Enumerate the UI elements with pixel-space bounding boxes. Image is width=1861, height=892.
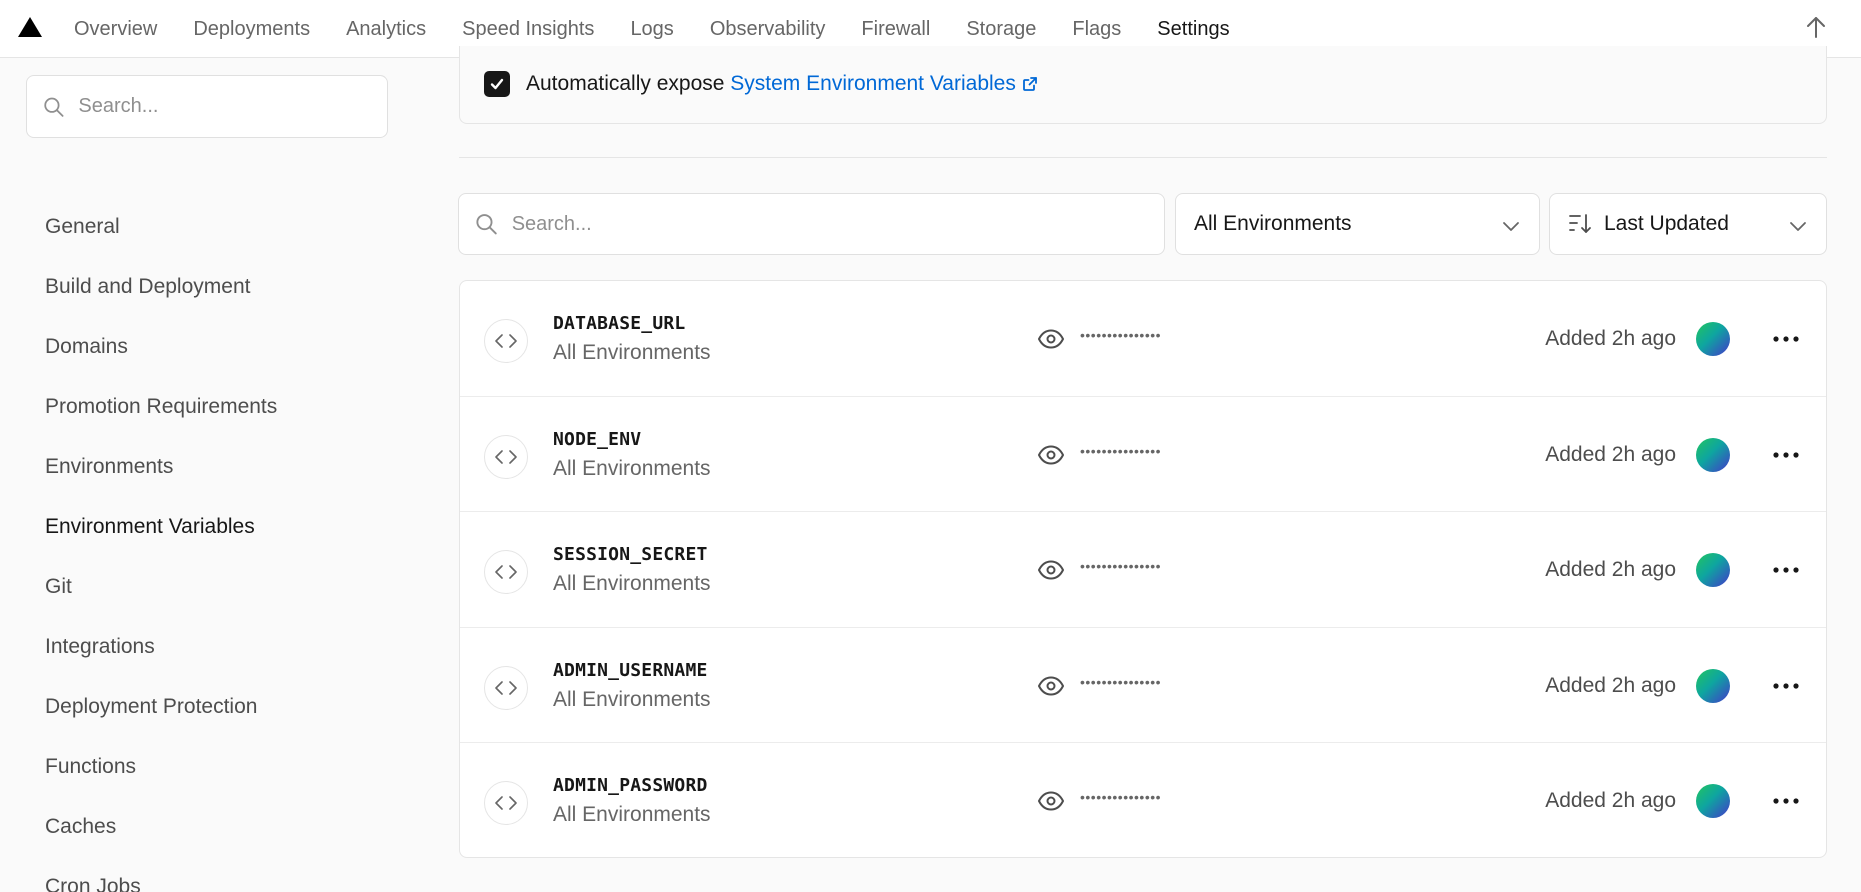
env-variable-row[interactable]: SESSION_SECRET All Environments ••••••••… bbox=[460, 512, 1826, 628]
eye-icon[interactable] bbox=[1037, 328, 1065, 350]
sidebar-search-input[interactable] bbox=[78, 95, 371, 118]
variable-value-masked: ••••••••••••••• bbox=[1080, 558, 1162, 575]
variable-environment: All Environments bbox=[553, 341, 711, 364]
tab-deployments[interactable]: Deployments bbox=[175, 0, 328, 58]
eye-icon[interactable] bbox=[1037, 675, 1065, 697]
eye-icon[interactable] bbox=[1037, 444, 1065, 466]
tab-overview[interactable]: Overview bbox=[56, 0, 175, 58]
more-options-button[interactable] bbox=[1766, 319, 1806, 359]
more-options-button[interactable] bbox=[1766, 435, 1806, 475]
variable-updated: Added 2h ago bbox=[1545, 673, 1676, 697]
more-options-button[interactable] bbox=[1766, 550, 1806, 590]
vercel-triangle-icon[interactable] bbox=[18, 17, 42, 37]
sidebar-item-deployment-protection[interactable]: Deployment Protection bbox=[45, 677, 277, 737]
more-horizontal-icon bbox=[1773, 567, 1799, 573]
sort-value: Last Updated bbox=[1604, 212, 1729, 235]
more-horizontal-icon bbox=[1773, 798, 1799, 804]
code-icon bbox=[484, 665, 528, 710]
expose-checkbox[interactable] bbox=[484, 71, 510, 97]
sidebar-item-git[interactable]: Git bbox=[45, 557, 277, 617]
avatar bbox=[1696, 553, 1730, 588]
tab-analytics[interactable]: Analytics bbox=[328, 0, 444, 58]
env-variable-row[interactable]: ADMIN_PASSWORD All Environments ••••••••… bbox=[460, 743, 1826, 857]
code-icon bbox=[484, 434, 528, 479]
sort-icon bbox=[1569, 214, 1591, 233]
settings-sidebar: General Build and Deployment Domains Pro… bbox=[45, 197, 277, 892]
variable-updated: Added 2h ago bbox=[1545, 442, 1676, 466]
sidebar-item-build-and-deployment[interactable]: Build and Deployment bbox=[45, 257, 277, 317]
environment-filter-select[interactable]: All Environments bbox=[1175, 193, 1540, 255]
arrow-up-icon[interactable] bbox=[1801, 12, 1831, 42]
sidebar-item-caches[interactable]: Caches bbox=[45, 797, 277, 857]
environment-filter-value: All Environments bbox=[1194, 212, 1352, 235]
variable-name: NODE_ENV bbox=[553, 428, 642, 450]
sort-select[interactable]: Last Updated bbox=[1549, 193, 1827, 255]
sidebar-item-integrations[interactable]: Integrations bbox=[45, 617, 277, 677]
sidebar-item-cron-jobs[interactable]: Cron Jobs bbox=[45, 857, 277, 892]
variables-search-input[interactable] bbox=[511, 212, 1148, 236]
code-icon bbox=[484, 319, 528, 363]
env-variables-list: DATABASE_URL All Environments ••••••••••… bbox=[459, 280, 1827, 858]
code-icon bbox=[484, 550, 528, 595]
variable-value-masked: ••••••••••••••• bbox=[1080, 789, 1162, 806]
env-variable-row[interactable]: DATABASE_URL All Environments ••••••••••… bbox=[460, 281, 1826, 397]
sidebar-item-environments[interactable]: Environments bbox=[45, 437, 277, 497]
search-icon bbox=[44, 97, 64, 117]
variable-name: DATABASE_URL bbox=[553, 313, 686, 334]
variable-updated: Added 2h ago bbox=[1545, 327, 1676, 350]
more-horizontal-icon bbox=[1773, 683, 1799, 689]
variable-value-masked: ••••••••••••••• bbox=[1080, 673, 1162, 690]
avatar bbox=[1696, 437, 1730, 472]
variable-value-masked: ••••••••••••••• bbox=[1080, 442, 1162, 459]
env-variable-row[interactable]: ADMIN_USERNAME All Environments ••••••••… bbox=[460, 628, 1826, 744]
env-variable-row[interactable]: NODE_ENV All Environments ••••••••••••••… bbox=[460, 397, 1826, 513]
chevron-down-icon bbox=[1790, 222, 1806, 231]
variable-environment: All Environments bbox=[553, 687, 711, 711]
variable-name: SESSION_SECRET bbox=[553, 544, 708, 566]
expose-system-vars-card: Automatically expose System Environment … bbox=[459, 46, 1827, 124]
chevron-down-icon bbox=[1503, 222, 1519, 231]
sidebar-item-environment-variables[interactable]: Environment Variables bbox=[45, 497, 277, 557]
checkmark-icon bbox=[490, 78, 504, 90]
avatar bbox=[1696, 784, 1730, 819]
avatar bbox=[1696, 322, 1730, 356]
avatar bbox=[1696, 668, 1730, 703]
eye-icon[interactable] bbox=[1037, 559, 1065, 581]
variable-updated: Added 2h ago bbox=[1545, 789, 1676, 813]
variable-environment: All Environments bbox=[553, 803, 711, 827]
variable-name: ADMIN_USERNAME bbox=[553, 659, 708, 681]
variable-environment: All Environments bbox=[553, 456, 711, 480]
expose-text: Automatically expose bbox=[526, 72, 725, 95]
variable-name: ADMIN_PASSWORD bbox=[553, 775, 708, 797]
sidebar-item-promotion-requirements[interactable]: Promotion Requirements bbox=[45, 377, 277, 437]
sidebar-search bbox=[26, 75, 388, 138]
section-divider bbox=[459, 157, 1827, 158]
sidebar-item-functions[interactable]: Functions bbox=[45, 737, 277, 797]
search-icon bbox=[476, 214, 497, 235]
more-options-button[interactable] bbox=[1766, 781, 1806, 821]
variables-search bbox=[458, 193, 1165, 255]
sidebar-item-general[interactable]: General bbox=[45, 197, 277, 257]
external-link-icon bbox=[1022, 77, 1037, 91]
sidebar-item-domains[interactable]: Domains bbox=[45, 317, 277, 377]
more-horizontal-icon bbox=[1773, 451, 1799, 458]
more-horizontal-icon bbox=[1773, 336, 1799, 342]
expose-label: Automatically expose System Environment … bbox=[526, 72, 1038, 96]
variable-environment: All Environments bbox=[553, 572, 711, 596]
eye-icon[interactable] bbox=[1037, 790, 1065, 812]
more-options-button[interactable] bbox=[1766, 666, 1806, 706]
variable-updated: Added 2h ago bbox=[1545, 558, 1676, 582]
variable-value-masked: ••••••••••••••• bbox=[1080, 327, 1162, 343]
code-icon bbox=[484, 781, 528, 826]
system-env-vars-link[interactable]: System Environment Variables bbox=[730, 72, 1038, 95]
